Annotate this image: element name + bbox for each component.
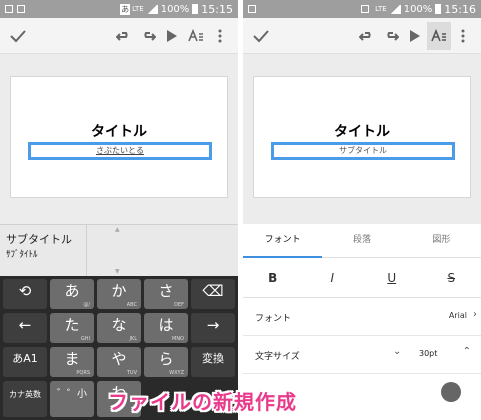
- subtitle-input-text: さぶたいとる: [96, 146, 144, 155]
- mode-key[interactable]: あA1: [3, 347, 47, 377]
- check-icon[interactable]: [249, 22, 273, 50]
- bold-button[interactable]: B: [243, 258, 303, 297]
- key-ra[interactable]: ら WXYZ: [144, 347, 188, 377]
- play-icon[interactable]: [160, 22, 184, 50]
- signal-icon: [389, 4, 401, 14]
- underline-button[interactable]: U: [362, 258, 422, 297]
- status-bar: あ LTE 100% 15:15: [0, 0, 238, 18]
- subtitle-textbox[interactable]: サブタイトル: [271, 142, 455, 160]
- slide-canvas: タイトル さぶたいとる: [0, 54, 238, 224]
- battery-icon: [192, 4, 199, 14]
- ime-badge: あ: [120, 3, 131, 15]
- undo-icon[interactable]: [112, 22, 136, 50]
- slide-title[interactable]: タイトル: [254, 121, 470, 141]
- slide-canvas: タイトル サブタイトル: [243, 54, 481, 224]
- key-ha[interactable]: は MNO: [144, 313, 188, 343]
- signal-icon: [146, 4, 158, 14]
- status-bar: LTE 100% 15:16: [243, 0, 481, 18]
- check-icon[interactable]: [6, 22, 30, 50]
- right-screen: LTE 100% 15:16 タイトル サブタイトル フォント 段落 図形 B …: [243, 0, 481, 420]
- dakuten-key[interactable]: ゛゜小: [50, 381, 94, 417]
- italic-button[interactable]: I: [303, 258, 363, 297]
- key-ma[interactable]: ま PQRS: [50, 347, 94, 377]
- font-row[interactable]: フォント Arial ›: [243, 298, 481, 336]
- chevron-right-icon: ›: [473, 309, 477, 320]
- tab-shape[interactable]: 図形: [402, 224, 481, 257]
- right-arrow-key[interactable]: →: [191, 313, 235, 343]
- more-vert-icon[interactable]: [451, 22, 475, 50]
- slide[interactable]: タイトル さぶたいとる: [10, 76, 228, 198]
- suggestion-divider: [86, 225, 87, 277]
- font-label: フォント: [255, 314, 292, 324]
- key-ta[interactable]: た GHI: [50, 313, 94, 343]
- slide[interactable]: タイトル サブタイトル: [253, 76, 471, 198]
- delete-key[interactable]: ⌫: [191, 279, 235, 309]
- network-label: LTE: [132, 5, 144, 13]
- convert-key[interactable]: 変換: [191, 347, 235, 377]
- font-size-value: 30pt: [419, 349, 438, 358]
- editor-toolbar: [243, 18, 481, 54]
- caption-banner: ファイルの新規作成: [108, 390, 297, 414]
- clock: 15:15: [201, 2, 233, 16]
- chevron-up-icon[interactable]: ▲: [115, 226, 120, 233]
- vibrate-icon: [361, 5, 370, 13]
- image-icon: [248, 5, 256, 13]
- slide-title[interactable]: タイトル: [11, 121, 227, 141]
- format-tabs: フォント 段落 図形: [243, 224, 481, 258]
- suggestion-candidate-1[interactable]: サブタイトル: [6, 231, 72, 247]
- redo-icon[interactable]: [136, 22, 160, 50]
- tab-font[interactable]: フォント: [243, 224, 323, 258]
- image-icon: [5, 5, 13, 13]
- editor-toolbar: [0, 18, 238, 54]
- subtitle-text: サブタイトル: [339, 146, 387, 155]
- key-ya[interactable]: や TUV: [97, 347, 141, 377]
- font-size-row: 文字サイズ ⌄ 30pt ⌃: [243, 336, 481, 374]
- font-value: Arial: [448, 311, 467, 320]
- notification-icon: [17, 5, 25, 13]
- chevron-down-icon[interactable]: ⌄: [393, 346, 401, 357]
- key-ka[interactable]: か ABC: [97, 279, 141, 309]
- left-arrow-key[interactable]: ←: [3, 313, 47, 343]
- battery-icon: [435, 4, 442, 14]
- suggestion-candidate-2[interactable]: ｻﾌﾞﾀｲﾄﾙ: [6, 247, 38, 260]
- tab-paragraph[interactable]: 段落: [322, 224, 401, 257]
- text-format-icon[interactable]: [184, 22, 208, 50]
- network-label: LTE: [375, 5, 387, 13]
- chevron-down-icon[interactable]: ▼: [115, 268, 120, 275]
- chevron-up-icon[interactable]: ⌃: [463, 346, 471, 357]
- battery-percent: 100%: [160, 3, 190, 15]
- key-a[interactable]: あ @/: [50, 279, 94, 309]
- clock: 15:16: [444, 2, 476, 16]
- text-format-icon[interactable]: [427, 21, 451, 50]
- more-vert-icon[interactable]: [208, 22, 232, 50]
- undo-icon[interactable]: [355, 22, 379, 50]
- text-style-row: B I U S: [243, 258, 481, 298]
- undo-key[interactable]: ⟲: [3, 279, 47, 309]
- battery-percent: 100%: [403, 3, 433, 15]
- play-icon[interactable]: [403, 22, 427, 50]
- ime-suggestion-bar: サブタイトル ｻﾌﾞﾀｲﾄﾙ ▲ ▼: [0, 224, 238, 277]
- redo-icon[interactable]: [379, 22, 403, 50]
- subtitle-textbox[interactable]: さぶたいとる: [28, 142, 212, 160]
- key-na[interactable]: な JKL: [97, 313, 141, 343]
- strikethrough-button[interactable]: S: [422, 258, 481, 297]
- kana-eisu-key[interactable]: カナ英数: [3, 381, 47, 417]
- text-color-swatch[interactable]: [441, 382, 461, 402]
- left-screen: あ LTE 100% 15:15 タイトル さぶたいとる サブタイトル ｻﾌﾞﾀ…: [0, 0, 238, 420]
- font-size-label: 文字サイズ: [255, 352, 300, 362]
- key-sa[interactable]: さ DEF: [144, 279, 188, 309]
